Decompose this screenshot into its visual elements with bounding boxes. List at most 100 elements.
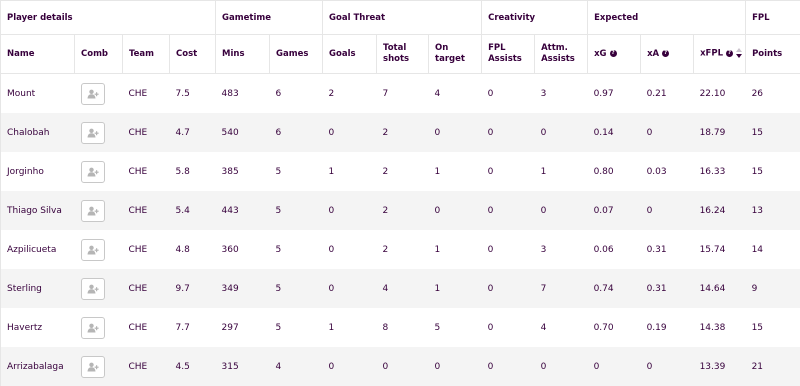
on-target-cell: 1	[428, 269, 482, 308]
attm-assists-cell: 7	[534, 269, 588, 308]
comb-button[interactable]	[80, 160, 105, 183]
col-header-comb[interactable]: Comb	[74, 34, 123, 74]
points-cell: 9	[745, 269, 800, 308]
col-header-cost[interactable]: Cost	[169, 34, 217, 74]
attm-assists-cell: 1	[534, 152, 588, 191]
player-name-cell[interactable]: Sterling	[0, 269, 75, 308]
group-player-details: Player details	[0, 0, 217, 35]
on-target-cell: 4	[428, 73, 482, 113]
xfpl-cell: 14.64	[693, 269, 746, 308]
player-name-cell[interactable]: Jorginho	[0, 152, 75, 191]
xa-cell: 0	[640, 191, 694, 230]
player-name-cell[interactable]: Havertz	[0, 308, 75, 347]
goals-cell: 0	[322, 113, 377, 152]
points-cell: 15	[745, 113, 800, 152]
comb-button[interactable]	[80, 121, 105, 144]
comb-button[interactable]	[80, 82, 105, 105]
col-header-xa[interactable]: xA?	[640, 34, 695, 74]
games-cell: 5	[269, 191, 323, 230]
col-header-xg[interactable]: xG?	[587, 34, 642, 74]
games-cell: 6	[269, 113, 323, 152]
games-cell: 5	[269, 230, 323, 269]
goals-cell: 1	[322, 308, 377, 347]
player-name-cell[interactable]: Azpilicueta	[0, 230, 75, 269]
team-cell: CHE	[122, 73, 170, 113]
comb-button[interactable]	[80, 316, 105, 339]
comb-button[interactable]	[80, 238, 105, 261]
xg-cell: 0.06	[587, 230, 641, 269]
col-header-team[interactable]: Team	[122, 34, 170, 74]
fpl-assists-cell: 0	[481, 73, 535, 113]
games-cell: 5	[269, 308, 323, 347]
col-header-total-shots[interactable]: Total shots	[376, 34, 430, 74]
attm-assists-cell: 3	[534, 73, 588, 113]
col-header-total-shots-line2: shots	[383, 54, 410, 64]
xg-cell: 0.74	[587, 269, 641, 308]
question-circle-icon[interactable]: ?	[609, 49, 617, 57]
xg-cell: 0.07	[587, 191, 641, 230]
attm-assists-cell: 3	[534, 230, 588, 269]
col-header-xfpl[interactable]: xFPL?	[693, 34, 747, 74]
cost-cell: 7.7	[169, 308, 216, 347]
sort-descending-icon[interactable]	[736, 48, 743, 59]
col-header-mins[interactable]: Mins	[215, 34, 271, 74]
col-header-on-target-line1: On	[435, 43, 449, 53]
xfpl-cell: 18.79	[693, 113, 746, 152]
col-header-xfpl-label: xFPL	[700, 48, 724, 59]
xfpl-cell: 16.24	[693, 191, 746, 230]
col-header-attm-assists[interactable]: Attm. Assists	[534, 34, 589, 74]
add-user-icon	[87, 206, 99, 215]
goals-cell: 1	[322, 152, 377, 191]
fpl-assists-cell: 0	[481, 152, 535, 191]
team-cell: CHE	[122, 191, 170, 230]
goals-cell: 2	[322, 73, 377, 113]
cost-cell: 5.8	[169, 152, 216, 191]
comb-cell	[74, 230, 123, 269]
mins-cell: 483	[215, 73, 270, 113]
xa-cell: 0.31	[640, 230, 694, 269]
player-name-cell[interactable]: Thiago Silva	[0, 191, 75, 230]
points-cell: 15	[745, 308, 800, 347]
mins-cell: 540	[215, 113, 270, 152]
player-name-cell[interactable]: Mount	[0, 73, 75, 113]
xa-cell: 0.19	[640, 308, 694, 347]
mins-cell: 297	[215, 308, 270, 347]
column-group-row: Player details Gametime Goal Threat Crea…	[0, 0, 800, 35]
mins-cell: 385	[215, 152, 270, 191]
col-header-goals[interactable]: Goals	[322, 34, 378, 74]
comb-button[interactable]	[80, 355, 105, 378]
on-target-cell: 1	[428, 230, 482, 269]
points-cell: 14	[745, 230, 800, 269]
question-circle-icon[interactable]: ?	[662, 49, 670, 57]
points-cell: 21	[745, 347, 800, 386]
player-name-cell[interactable]: Chalobah	[0, 113, 75, 152]
add-user-icon	[87, 167, 99, 176]
col-header-on-target[interactable]: On target	[428, 34, 483, 74]
comb-cell	[74, 347, 123, 386]
player-name-cell[interactable]: Arrizabalaga	[0, 347, 75, 386]
team-cell: CHE	[122, 113, 170, 152]
cost-cell: 4.5	[169, 347, 216, 386]
cost-cell: 5.4	[169, 191, 216, 230]
team-cell: CHE	[122, 347, 170, 386]
col-header-points[interactable]: Points	[745, 34, 800, 74]
col-header-games[interactable]: Games	[269, 34, 324, 74]
comb-cell	[74, 308, 123, 347]
add-user-icon	[87, 89, 99, 98]
col-header-name[interactable]: Name	[0, 34, 75, 74]
team-cell: CHE	[122, 152, 170, 191]
group-gametime: Gametime	[215, 0, 324, 35]
xg-cell: 0.70	[587, 308, 641, 347]
group-creativity: Creativity	[481, 0, 589, 35]
col-header-xa-label: xA	[647, 48, 660, 59]
fpl-assists-cell: 0	[481, 113, 535, 152]
col-header-fpl-assists[interactable]: FPL Assists	[481, 34, 536, 74]
attm-assists-cell: 0	[534, 347, 588, 386]
comb-button[interactable]	[80, 199, 105, 222]
xa-cell: 0	[640, 347, 694, 386]
comb-button[interactable]	[80, 277, 105, 300]
total-shots-cell: 2	[376, 113, 429, 152]
table-row: Arrizabalaga CHE 4.5 315 4 0 0 0 0 0 0 0 13.39 21	[0, 347, 800, 386]
points-cell: 26	[745, 73, 800, 113]
question-circle-icon[interactable]: ?	[726, 49, 734, 57]
